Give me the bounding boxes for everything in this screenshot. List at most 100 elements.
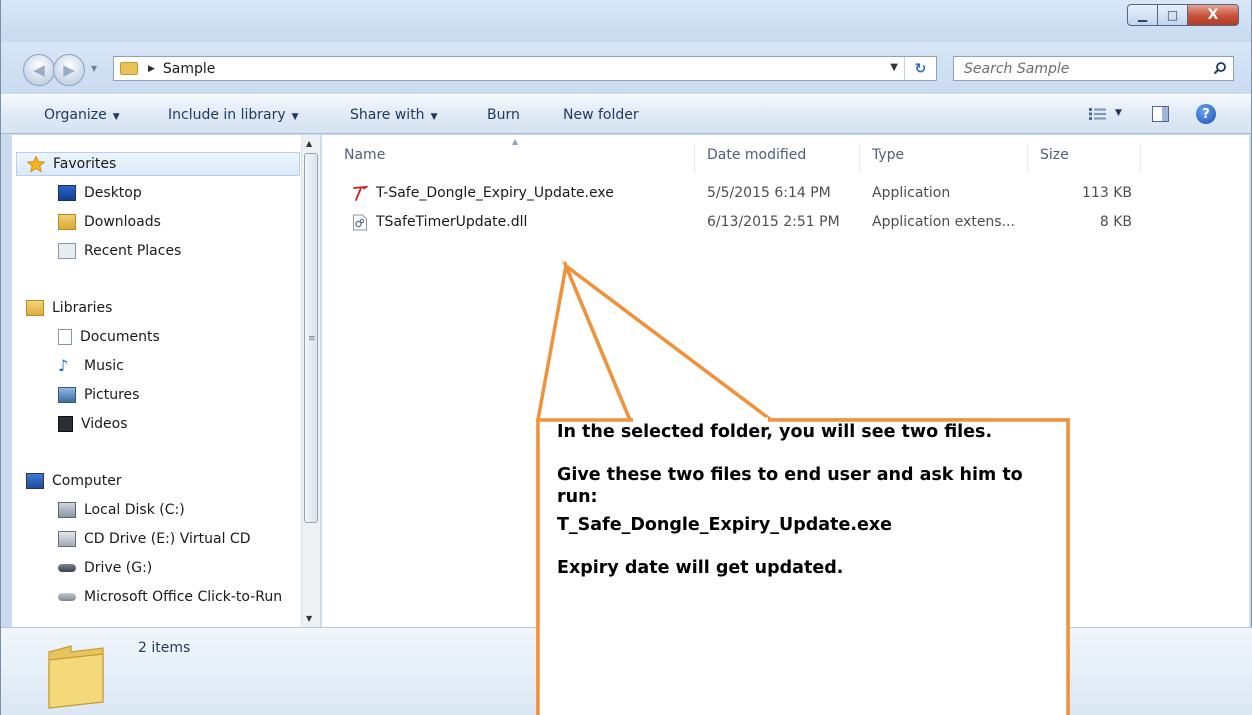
recent-pages-dropdown[interactable]: ▼	[91, 64, 97, 73]
nav-downloads[interactable]: Downloads	[58, 210, 161, 234]
application-icon	[353, 185, 368, 201]
nav-office-label: Microsoft Office Click-to-Run	[84, 589, 283, 605]
organize-menu[interactable]: Organize ▼	[44, 107, 120, 123]
nav-local-disk[interactable]: Local Disk (C:)	[58, 498, 185, 522]
nav-cd-drive[interactable]: CD Drive (E:) Virtual CD	[58, 527, 250, 551]
column-divider[interactable]	[1027, 143, 1028, 173]
file-size: 113 KB	[1082, 185, 1132, 201]
file-name: TSafeTimerUpdate.dll	[376, 214, 528, 230]
title-bar: ▁ □ X	[1, 0, 1251, 42]
refresh-button[interactable]: ↻	[904, 57, 936, 80]
forward-button[interactable]: ▶	[53, 54, 85, 86]
grip-icon: ≡	[308, 334, 316, 344]
folder-icon	[48, 645, 104, 709]
search-input[interactable]: Search Sample	[953, 56, 1234, 81]
maximize-button[interactable]: □	[1157, 4, 1187, 26]
column-header-size[interactable]: Size	[1040, 147, 1069, 163]
callout-text: In the selected folder, you will see two…	[557, 422, 1057, 600]
back-button[interactable]: ◀	[23, 54, 55, 86]
libraries-icon	[26, 300, 44, 316]
nav-pictures-label: Pictures	[84, 387, 140, 403]
breadcrumb-sample[interactable]: Sample	[163, 61, 216, 77]
column-header-name[interactable]: Name	[344, 147, 385, 163]
include-in-library-menu[interactable]: Include in library ▼	[168, 107, 299, 123]
nav-desktop[interactable]: Desktop	[58, 181, 142, 205]
chevron-down-icon: ▼	[291, 112, 299, 122]
nav-documents-label: Documents	[80, 329, 160, 345]
nav-computer[interactable]: Computer	[26, 469, 122, 493]
search-icon[interactable]	[1213, 61, 1227, 75]
nav-pictures[interactable]: Pictures	[58, 383, 139, 407]
nav-computer-label: Computer	[52, 473, 122, 489]
nav-recent-places[interactable]: Recent Places	[58, 239, 181, 263]
preview-pane-icon[interactable]	[1152, 106, 1169, 122]
refresh-icon: ↻	[914, 60, 927, 77]
nav-documents[interactable]: Documents	[58, 325, 160, 349]
nav-local-disk-label: Local Disk (C:)	[84, 502, 185, 518]
downloads-icon	[58, 214, 76, 230]
address-dropdown-icon[interactable]: ▼	[890, 62, 898, 73]
chevron-down-icon: ▼	[430, 112, 438, 122]
file-row[interactable]: T-Safe_Dongle_Expiry_Update.exe 5/5/2015…	[322, 183, 1249, 205]
new-folder-button[interactable]: New folder	[563, 107, 639, 123]
command-bar: Organize ▼ Include in library ▼ Share with…	[1, 94, 1251, 134]
hard-drive-icon	[58, 502, 76, 518]
nav-libraries[interactable]: Libraries	[26, 296, 112, 320]
address-bar[interactable]: ▶ Sample ▼ ↻	[113, 56, 937, 81]
share-with-menu[interactable]: Share with ▼	[350, 107, 437, 123]
explorer-window: ▁ □ X ◀ ▶ ▼ ▶ Sample ▼ ↻ Search Sample O…	[0, 0, 1252, 715]
scrollbar-thumb[interactable]: ≡	[304, 153, 318, 523]
star-icon	[27, 156, 45, 172]
file-type: Application extens...	[872, 214, 1015, 230]
desktop-icon	[58, 185, 76, 201]
burn-button[interactable]: Burn	[487, 107, 520, 123]
back-arrow-icon: ◀	[33, 61, 45, 79]
nav-favorites[interactable]: Favorites	[16, 152, 300, 176]
documents-icon	[58, 329, 72, 345]
search-placeholder: Search Sample	[964, 60, 1070, 77]
scroll-up-icon[interactable]: ▲	[306, 139, 312, 148]
help-icon[interactable]: ?	[1196, 104, 1216, 124]
column-divider[interactable]	[859, 143, 860, 173]
nav-videos[interactable]: Videos	[58, 412, 128, 436]
nav-libraries-label: Libraries	[52, 300, 113, 316]
scroll-down-icon[interactable]: ▼	[306, 614, 312, 623]
pictures-icon	[58, 387, 76, 403]
nav-music[interactable]: ♪ Music	[58, 354, 124, 378]
cd-drive-icon	[58, 531, 76, 547]
callout-line-2: Give these two files to end user and ask…	[557, 464, 1023, 507]
organize-label: Organize	[44, 107, 107, 123]
column-divider[interactable]	[694, 143, 695, 173]
folder-icon	[120, 62, 138, 75]
file-name: T-Safe_Dongle_Expiry_Update.exe	[376, 185, 614, 201]
breadcrumb-separator-icon[interactable]: ▶	[148, 64, 155, 74]
videos-icon	[58, 416, 73, 432]
nav-desktop-label: Desktop	[84, 185, 142, 201]
callout-line-4: Expiry date will get updated.	[557, 557, 844, 578]
file-row[interactable]: TSafeTimerUpdate.dll 6/13/2015 2:51 PM A…	[322, 212, 1249, 234]
file-date: 5/5/2015 6:14 PM	[707, 185, 831, 201]
nav-office-click-to-run[interactable]: Microsoft Office Click-to-Run	[58, 585, 300, 609]
music-icon: ♪	[58, 356, 69, 375]
nav-drive-g[interactable]: Drive (G:)	[58, 556, 152, 580]
nav-favorites-label: Favorites	[53, 156, 117, 172]
minimize-button[interactable]: ▁	[1127, 4, 1157, 26]
close-button[interactable]: X	[1187, 4, 1239, 26]
nav-scrollbar[interactable]: ▲ ≡ ▼	[301, 135, 320, 627]
nav-music-label: Music	[84, 358, 124, 374]
column-header-date-modified[interactable]: Date modified	[707, 147, 806, 163]
removable-drive-icon	[58, 564, 76, 572]
column-divider[interactable]	[1140, 143, 1141, 173]
view-options-icon[interactable]	[1089, 107, 1107, 121]
recent-places-icon	[58, 243, 76, 259]
callout-line-3: T_Safe_Dongle_Expiry_Update.exe	[557, 514, 893, 535]
chevron-down-icon[interactable]: ▼	[1115, 108, 1122, 118]
address-row: ◀ ▶ ▼ ▶ Sample ▼ ↻ Search Sample	[1, 42, 1251, 94]
nav-recent-places-label: Recent Places	[84, 243, 182, 259]
column-header-type[interactable]: Type	[872, 147, 904, 163]
details-pane: 2 items	[1, 627, 1252, 715]
nav-cd-drive-label: CD Drive (E:) Virtual CD	[84, 531, 251, 547]
items-count: 2 items	[138, 640, 191, 656]
file-size: 8 KB	[1099, 214, 1132, 230]
nav-downloads-label: Downloads	[84, 214, 161, 230]
